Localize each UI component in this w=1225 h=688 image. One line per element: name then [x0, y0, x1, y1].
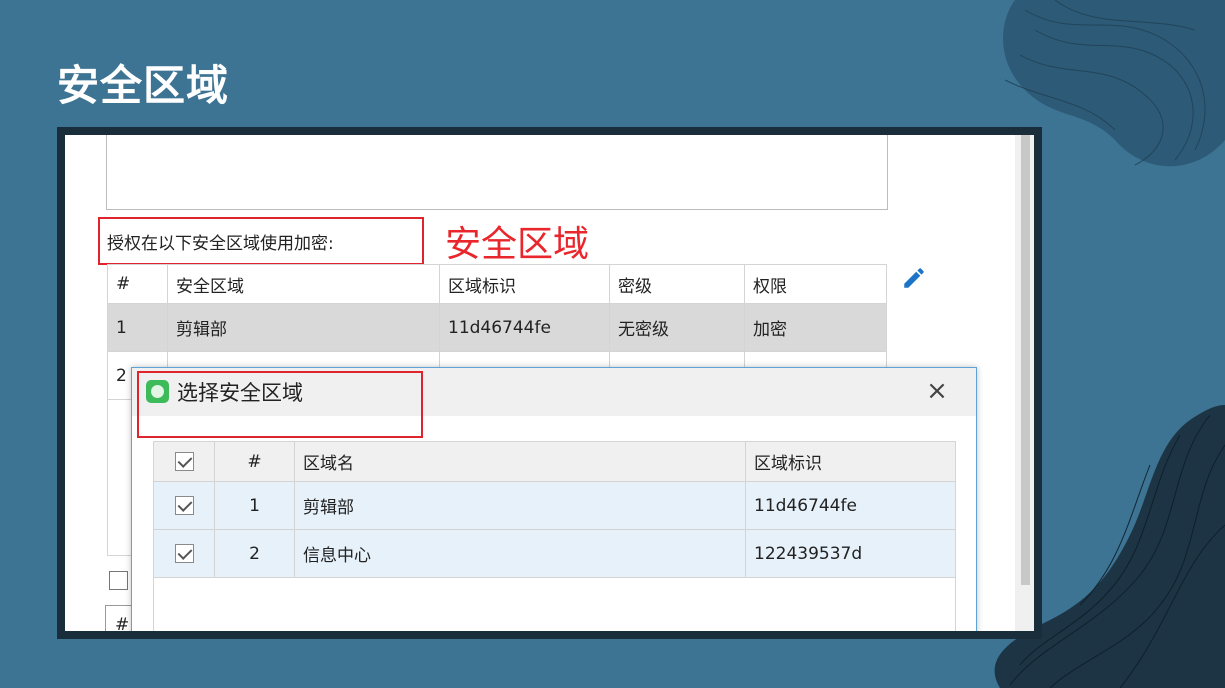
highlight-box-dialog-title [137, 371, 423, 438]
checkbox-icon[interactable] [174, 452, 194, 471]
col-header-zone: 安全区域 [167, 264, 440, 304]
cell-num: 1 [214, 481, 295, 530]
col-header-perm: 权限 [744, 264, 887, 304]
scrollbar-thumb[interactable] [1021, 135, 1030, 585]
cell-zone-name: 信息中心 [294, 529, 746, 578]
cell-num: 2 [214, 529, 295, 578]
table-row[interactable]: 2 信息中心 122439537d [153, 529, 956, 578]
bottom-table-header-text: # [115, 615, 130, 631]
edit-pencil-icon[interactable] [901, 265, 927, 291]
checkbox-icon[interactable] [174, 544, 194, 563]
highlight-box-label [98, 217, 424, 265]
col-header-num: # [107, 264, 168, 304]
cell-perm: 加密 [744, 303, 887, 352]
slide-title: 安全区域 [57, 61, 230, 110]
table-row[interactable]: 1 剪辑部 11d46744fe 无密级 加密 [107, 303, 887, 352]
row-checkbox-cell[interactable] [153, 481, 215, 530]
vertical-scrollbar[interactable] [1015, 135, 1034, 631]
dialog-table-empty-area [153, 577, 956, 631]
col-header-id: 区域标识 [439, 264, 610, 304]
cell-id: 11d46744fe [439, 303, 610, 352]
checkbox-icon[interactable] [174, 496, 194, 515]
cell-zone-id: 122439537d [745, 529, 956, 578]
col-header-zone-name: 区域名 [294, 441, 746, 482]
col-header-num: # [214, 441, 295, 482]
cell-zone-id: 11d46744fe [745, 481, 956, 530]
bottom-checkbox[interactable] [109, 571, 128, 590]
row-checkbox-cell[interactable] [153, 529, 215, 578]
zone-selection-table: # 区域名 区域标识 1 剪辑部 11d46744fe 2 信息中心 12243… [153, 441, 956, 578]
select-all-header[interactable] [153, 441, 215, 482]
col-header-zone-id: 区域标识 [745, 441, 956, 482]
screenshot-content: 授权在以下安全区域使用加密: 安全区域 # 安全区域 区域标识 密级 权限 1 … [65, 135, 1034, 631]
cell-level: 无密级 [609, 303, 745, 352]
cell-num: 1 [107, 303, 168, 352]
previous-textarea[interactable] [106, 135, 888, 210]
close-icon[interactable]: × [924, 378, 950, 404]
table-row[interactable]: 1 剪辑部 11d46744fe [153, 481, 956, 530]
cell-zone: 剪辑部 [167, 303, 440, 352]
cell-zone-name: 剪辑部 [294, 481, 746, 530]
screenshot-frame: 授权在以下安全区域使用加密: 安全区域 # 安全区域 区域标识 密级 权限 1 … [57, 127, 1042, 639]
col-header-level: 密级 [609, 264, 745, 304]
red-annotation: 安全区域 [445, 224, 590, 265]
